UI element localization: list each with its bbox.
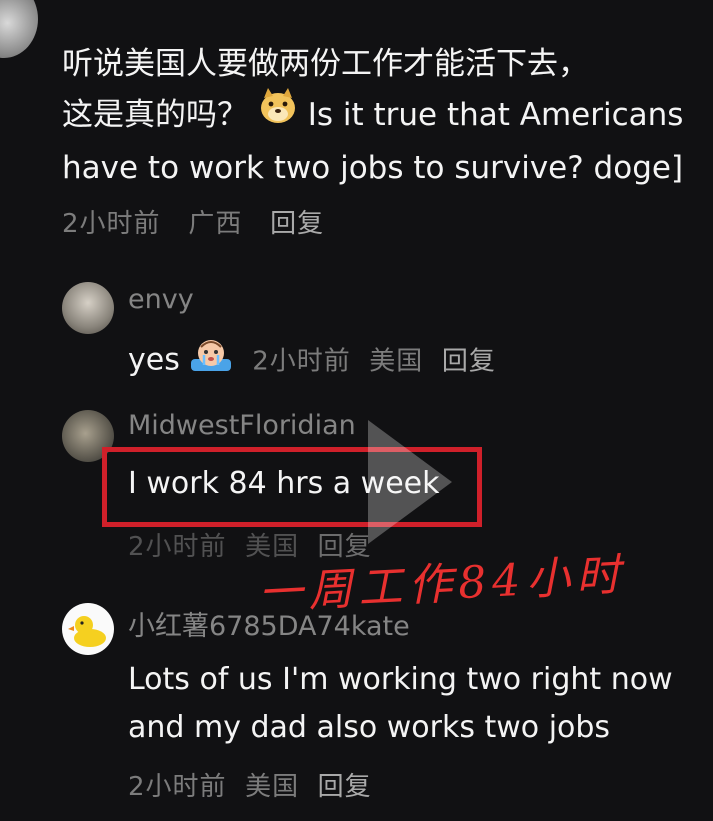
doge-emoji-icon <box>258 86 298 141</box>
top-user-avatar[interactable] <box>0 0 38 58</box>
kate-username[interactable]: 小红薯6785DA74kate <box>128 604 410 643</box>
kate-reply-line-2: and my dad also works two jobs <box>128 710 611 745</box>
main-comment-text: 听说美国人要做两份工作才能活下去， 这是真的吗？ Is it true that… <box>62 40 707 193</box>
main-comment-meta: 2小时前 广西 回复 <box>62 203 324 240</box>
main-comment-line-zh-1: 听说美国人要做两份工作才能活下去， <box>62 46 589 82</box>
envy-location: 美国 <box>369 346 424 377</box>
kate-meta: 2小时前 美国 回复 <box>128 766 372 803</box>
main-comment-time: 2小时前 <box>62 209 161 239</box>
main-comment-location: 广西 <box>188 209 243 239</box>
midwestfloridian-username[interactable]: MidwestFloridian <box>128 410 356 441</box>
crying-emoji-icon <box>189 335 233 381</box>
kate-reply-line-1: Lots of us I'm working two right now <box>128 662 673 697</box>
envy-username[interactable]: envy <box>128 284 194 315</box>
envy-meta: 2小时前 美国 回复 <box>243 347 496 377</box>
kate-reply-button[interactable]: 回复 <box>318 772 372 802</box>
envy-reply-text: yes 2小时前 美国 回复 <box>128 338 496 384</box>
envy-reply-body: yes <box>128 342 180 378</box>
kate-time: 2小时前 <box>128 772 227 802</box>
duck-avatar-icon[interactable] <box>62 603 114 655</box>
main-comment-reply-button[interactable]: 回复 <box>270 209 324 239</box>
main-comment-zh-2-text: 这是真的吗？ <box>62 97 248 133</box>
envy-reply-button[interactable]: 回复 <box>442 347 496 377</box>
envy-time: 2小时前 <box>252 346 351 377</box>
main-comment-line-zh-2: 这是真的吗？ Is it true that Americans have to… <box>62 86 707 193</box>
kate-location: 美国 <box>245 772 300 802</box>
kate-reply-text: Lots of us I'm working two right now and… <box>128 656 673 752</box>
midwestfloridian-time: 2小时前 <box>128 532 227 562</box>
play-icon[interactable] <box>360 412 460 552</box>
envy-avatar[interactable] <box>62 282 114 334</box>
